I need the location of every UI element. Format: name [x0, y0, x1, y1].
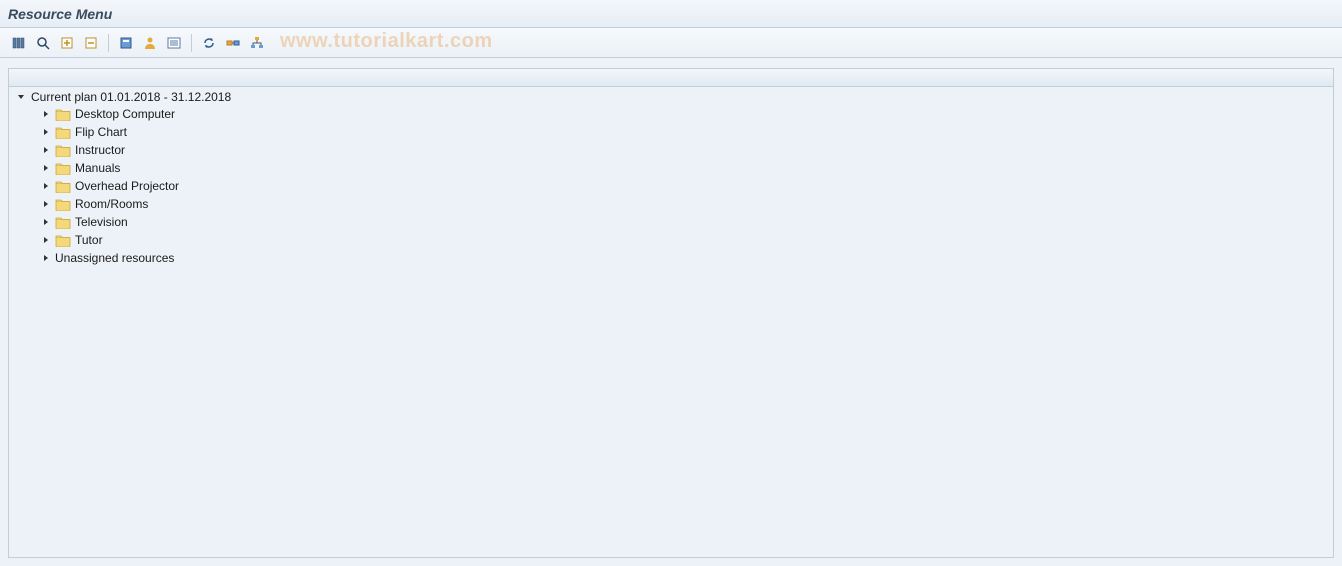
tree-body: Current plan 01.01.2018 - 31.12.2018 Des… [9, 87, 1333, 269]
tree-item-label: Television [75, 215, 128, 229]
tree-item-label: Flip Chart [75, 125, 127, 139]
search-icon [35, 35, 51, 51]
tree-item[interactable]: Desktop Computer [9, 105, 1333, 123]
folder-icon [55, 198, 71, 211]
expander-right-icon[interactable] [41, 235, 51, 245]
refresh-icon [201, 35, 217, 51]
toolbar-button-search[interactable] [32, 32, 54, 54]
toolbar-button-list[interactable] [163, 32, 185, 54]
expander-right-icon[interactable] [41, 127, 51, 137]
tree-item[interactable]: Overhead Projector [9, 177, 1333, 195]
tree-root-label: Current plan 01.01.2018 - 31.12.2018 [31, 90, 231, 104]
folder-icon [55, 234, 71, 247]
tree-item-label: Instructor [75, 143, 125, 157]
expander-right-icon[interactable] [41, 181, 51, 191]
toolbar-button-hierarchy[interactable] [246, 32, 268, 54]
toolbar: www.tutorialkart.com [0, 28, 1342, 58]
toolbar-button-relation[interactable] [222, 32, 244, 54]
tree-item[interactable]: Manuals [9, 159, 1333, 177]
expander-right-icon[interactable] [41, 217, 51, 227]
toolbar-button-create[interactable] [56, 32, 78, 54]
tree-item-label: Manuals [75, 161, 120, 175]
object-icon [118, 35, 134, 51]
list-icon [166, 35, 182, 51]
expander-right-icon[interactable] [41, 199, 51, 209]
expander-right-icon[interactable] [41, 163, 51, 173]
person-icon [142, 35, 158, 51]
watermark: www.tutorialkart.com [280, 30, 493, 53]
folder-icon [55, 108, 71, 121]
tree-item-label: Unassigned resources [55, 251, 174, 265]
tree-item[interactable]: Television [9, 213, 1333, 231]
toolbar-separator [108, 34, 109, 52]
relation-icon [225, 35, 241, 51]
expander-right-icon[interactable] [41, 253, 51, 263]
create-icon [59, 35, 75, 51]
folder-icon [55, 126, 71, 139]
tree-item-label: Room/Rooms [75, 197, 148, 211]
folder-icon [55, 162, 71, 175]
expander-right-icon[interactable] [41, 145, 51, 155]
expander-right-icon[interactable] [41, 109, 51, 119]
tree-item-label: Desktop Computer [75, 107, 175, 121]
tree-item-label: Tutor [75, 233, 103, 247]
toolbar-button-object[interactable] [115, 32, 137, 54]
tree-item[interactable]: Unassigned resources [9, 249, 1333, 267]
folder-icon [55, 216, 71, 229]
expander-down-icon[interactable] [15, 91, 27, 103]
folder-icon [55, 180, 71, 193]
content-area: Current plan 01.01.2018 - 31.12.2018 Des… [0, 58, 1342, 566]
folder-icon [55, 144, 71, 157]
tree-panel: Current plan 01.01.2018 - 31.12.2018 Des… [8, 68, 1334, 558]
toolbar-button-person[interactable] [139, 32, 161, 54]
toolbar-separator [191, 34, 192, 52]
tree-item-label: Overhead Projector [75, 179, 179, 193]
toolbar-button-collapse[interactable] [80, 32, 102, 54]
tree-item[interactable]: Flip Chart [9, 123, 1333, 141]
tree-header [9, 69, 1333, 87]
hierarchy-icon [249, 35, 265, 51]
tree-item[interactable]: Room/Rooms [9, 195, 1333, 213]
columns-icon [11, 35, 27, 51]
page-title: Resource Menu [8, 6, 112, 22]
tree-item[interactable]: Tutor [9, 231, 1333, 249]
collapse-icon [83, 35, 99, 51]
tree-item[interactable]: Instructor [9, 141, 1333, 159]
title-bar: Resource Menu [0, 0, 1342, 28]
toolbar-button-refresh[interactable] [198, 32, 220, 54]
toolbar-button-columns[interactable] [8, 32, 30, 54]
tree-root[interactable]: Current plan 01.01.2018 - 31.12.2018 [9, 89, 1333, 105]
